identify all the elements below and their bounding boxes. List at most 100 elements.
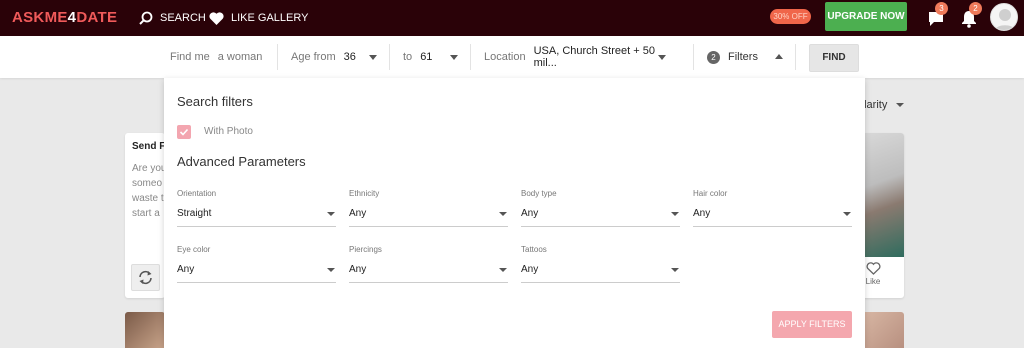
dropdown-value-text: Any (693, 208, 711, 219)
nav-search-label: SEARCH (160, 12, 206, 24)
chevron-down-icon (369, 55, 377, 60)
profile-photo[interactable] (860, 133, 904, 257)
dropdown-value-text: Straight (177, 208, 212, 219)
apply-filters-button[interactable]: APPLY FILTERS (772, 311, 852, 338)
logo-text-part2: DATE (76, 9, 118, 26)
dropdown-value[interactable]: Any (521, 201, 680, 227)
find-me-select[interactable]: Find me a woman (170, 36, 270, 78)
chevron-down-icon (843, 212, 851, 216)
dropdown-value-text: Any (349, 264, 367, 275)
dropdown-value[interactable]: Straight (177, 201, 336, 227)
dropdown-label: Body type (521, 189, 557, 198)
advanced-parameters-title: Advanced Parameters (177, 154, 306, 169)
hair-color-dropdown[interactable]: Hair color Any (693, 189, 852, 227)
dropdown-label: Ethnicity (349, 189, 380, 198)
messages-count-badge: 3 (935, 2, 948, 15)
chevron-down-icon (658, 55, 666, 60)
panel-title: Search filters (177, 94, 253, 109)
chevron-down-icon (327, 268, 335, 272)
dropdown-label: Orientation (177, 189, 217, 198)
dropdown-value[interactable]: Any (349, 201, 508, 227)
age-to-value: 61 (420, 51, 433, 63)
dropdown-label: Hair color (693, 189, 728, 198)
card-line: someo (132, 178, 163, 189)
age-to-select[interactable]: to 61 (403, 36, 463, 78)
user-silhouette-icon (994, 9, 1016, 30)
dropdown-value[interactable]: Any (693, 201, 852, 227)
orientation-dropdown[interactable]: Orientation Straight (177, 189, 336, 227)
nav-like-gallery[interactable]: LIKE GALLERY (209, 0, 308, 36)
refresh-icon (139, 270, 152, 285)
with-photo-label: With Photo (204, 126, 253, 137)
age-from-select[interactable]: Age from 36 (291, 36, 381, 78)
chevron-down-icon (499, 268, 507, 272)
body-type-dropdown[interactable]: Body type Any (521, 189, 680, 227)
nav-gallery-label: LIKE GALLERY (231, 12, 309, 24)
refresh-button[interactable] (131, 264, 160, 291)
dropdown-label: Piercings (349, 245, 382, 254)
site-logo[interactable]: ASKME4DATE (12, 9, 117, 26)
dropdown-value[interactable]: Any (521, 257, 680, 283)
chevron-down-icon (671, 212, 679, 216)
profile-photo[interactable] (125, 312, 165, 348)
like-label: Like (865, 277, 881, 286)
location-value: USA, Church Street + 50 mil... (533, 45, 655, 69)
divider (795, 44, 796, 70)
find-button[interactable]: FIND (809, 44, 859, 72)
dropdown-value-text: Any (349, 208, 367, 219)
card-body: Are you someo waste t start a (132, 161, 165, 221)
nav-search[interactable]: SEARCH (139, 0, 206, 36)
chevron-up-icon (775, 54, 783, 59)
divider (693, 44, 694, 70)
dropdown-value-text: Any (521, 208, 539, 219)
chevron-down-icon (327, 212, 335, 216)
search-filters-panel: Search filters With Photo Advanced Param… (164, 78, 865, 348)
with-photo-checkbox[interactable] (177, 125, 191, 139)
find-me-label: Find me (170, 51, 210, 63)
dropdown-value-text: Any (521, 264, 539, 275)
dropdown-value[interactable]: Any (349, 257, 508, 283)
profile-photo[interactable] (860, 312, 904, 348)
chevron-down-icon (896, 103, 905, 108)
location-select[interactable]: Location USA, Church Street + 50 mil... (484, 36, 674, 78)
filters-label: Filters (728, 51, 758, 63)
chevron-down-icon (671, 268, 679, 272)
age-from-value: 36 (343, 51, 356, 63)
checkmark-icon (179, 128, 189, 136)
dropdown-value[interactable]: Any (177, 257, 336, 283)
location-label: Location (484, 51, 526, 63)
chevron-down-icon (450, 55, 458, 60)
divider (470, 44, 471, 70)
card-line: Are you (132, 163, 165, 174)
like-button[interactable]: Like (862, 262, 884, 286)
messages-button[interactable]: 3 (925, 2, 948, 28)
search-icon (139, 11, 153, 25)
dropdown-value-text: Any (177, 264, 195, 275)
piercings-dropdown[interactable]: Piercings Any (349, 245, 508, 283)
tattoos-dropdown[interactable]: Tattoos Any (521, 245, 680, 283)
divider (389, 44, 390, 70)
age-to-label: to (403, 51, 413, 63)
dropdown-label: Tattoos (521, 245, 547, 254)
age-from-label: Age from (291, 51, 336, 63)
user-avatar[interactable] (990, 3, 1018, 31)
upgrade-now-button[interactable]: UPGRADE NOW (825, 2, 907, 31)
find-me-value: a woman (217, 51, 263, 63)
card-title: Send Fl (132, 141, 165, 152)
card-line: waste t (132, 193, 164, 204)
ethnicity-dropdown[interactable]: Ethnicity Any (349, 189, 508, 227)
notifications-button[interactable]: 2 (959, 2, 982, 28)
filters-count-badge: 2 (707, 50, 720, 64)
dropdown-label: Eye color (177, 245, 211, 254)
search-bar: Find me a woman Age from 36 to 61 Locati… (0, 36, 1024, 78)
divider (277, 44, 278, 70)
card-line: start a (132, 208, 160, 219)
heart-outline-icon (866, 262, 880, 275)
chevron-down-icon (499, 212, 507, 216)
top-navbar: ASKME4DATE SEARCH LIKE GALLERY 30% OFF U… (0, 0, 1024, 36)
heart-icon (209, 11, 224, 25)
eye-color-dropdown[interactable]: Eye color Any (177, 245, 336, 283)
discount-badge[interactable]: 30% OFF (770, 9, 811, 24)
filters-toggle[interactable]: 2 Filters (707, 36, 787, 78)
notifications-count-badge: 2 (969, 2, 982, 15)
